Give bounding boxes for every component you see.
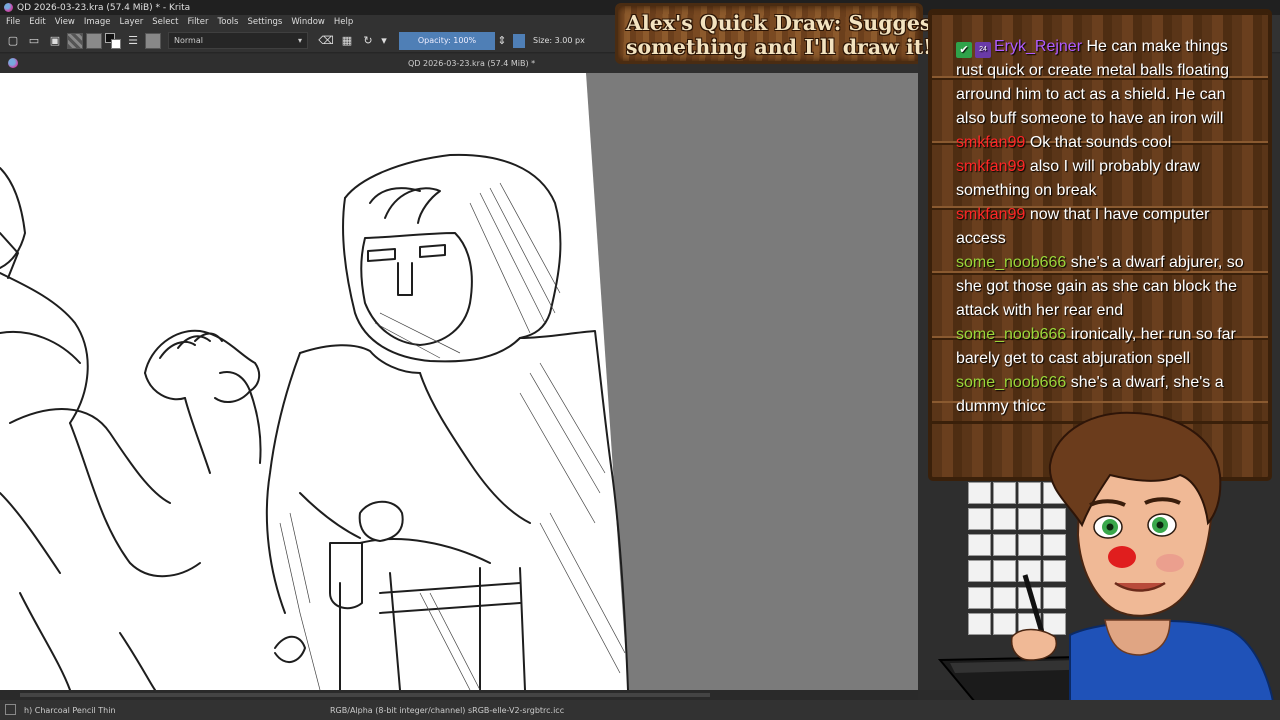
brush-settings-icon[interactable]: ☰ [124,32,142,50]
chat-message: some_noob666 she's a dwarf abjurer, so s… [956,251,1256,323]
chat-message-text: Ok that sounds cool [1029,134,1172,151]
scrollbar-thumb[interactable] [20,693,710,697]
krita-logo-icon [8,58,18,68]
stream-title-sign: Alex's Quick Draw: Suggest something and… [615,3,941,64]
save-icon[interactable]: ▣ [46,32,64,50]
menu-view[interactable]: View [55,17,75,27]
sign-text: Alex's Quick Draw: Suggest something and… [626,11,941,59]
gradient-swatch[interactable] [86,32,102,49]
chat-username: some_noob666 [956,374,1067,391]
chat-messages: ✔ 24 Eryk_Rejner He can make things rust… [956,35,1256,419]
menu-help[interactable]: Help [334,17,353,27]
sign-line-1: Alex's Quick Draw: Suggest [626,11,941,35]
menu-image[interactable]: Image [84,17,111,27]
cheek-blush [1156,554,1184,572]
sign-line-2: something and I'll draw it! [626,35,933,59]
chat-message: smkfan99 also I will probably draw somet… [956,155,1256,203]
chat-username: Eryk_Rejner [994,38,1083,55]
document-tab-title: QD 2026-03-23.kra (57.4 MiB) * [408,59,536,68]
status-bar: h) Charcoal Pencil Thin RGB/Alpha (8-bit… [0,700,1280,720]
krita-app-icon [4,3,13,12]
preserve-alpha-icon[interactable]: ▦ [338,32,356,50]
color-profile-label: RGB/Alpha (8-bit integer/channel) sRGB-e… [330,706,565,715]
hand-with-stylus [1010,574,1057,661]
eraser-icon[interactable]: ⌫ [317,32,335,50]
reload-preset-icon[interactable]: ↻ [359,32,377,50]
streamer-avatar [937,411,1277,720]
stepper-icon[interactable]: ⇕ [497,32,506,50]
chat-username: smkfan99 [956,158,1026,175]
chat-message: ✔ 24 Eryk_Rejner He can make things rust… [956,35,1256,131]
menu-edit[interactable]: Edit [29,17,45,27]
size-label: Size: 3.00 px [533,36,585,45]
chat-username: some_noob666 [956,326,1067,343]
months-badge-icon: 24 [975,42,991,58]
menu-settings[interactable]: Settings [247,17,282,27]
brush-preset-icon[interactable] [145,32,161,49]
menu-select[interactable]: Select [152,17,178,27]
opacity-slider[interactable]: Opacity: 100% [399,31,495,50]
foreground-background-color[interactable] [105,32,121,49]
new-document-icon[interactable]: ▢ [4,32,22,50]
menu-tools[interactable]: Tools [218,17,239,27]
menu-file[interactable]: File [6,17,20,27]
chat-message: some_noob666 ironically, her run so far … [956,323,1256,371]
size-slider[interactable]: Size: 3.00 px [509,32,585,50]
chat-username: some_noob666 [956,254,1067,271]
canvas-viewport[interactable] [0,73,918,690]
verified-badge-icon: ✔ [956,42,972,58]
window-title: QD 2026-03-23.kra (57.4 MiB) * - Krita [17,2,191,13]
chat-message: smkfan99 now that I have computer access [956,203,1256,251]
blend-mode-select[interactable]: Normal ▾ [168,32,308,49]
menu-window[interactable]: Window [291,17,325,27]
horizontal-scrollbar[interactable] [0,690,918,700]
chat-username: smkfan99 [956,134,1026,151]
user-badges: ✔ 24 [956,42,991,58]
chevron-down-icon[interactable]: ▾ [380,32,388,50]
menu-filter[interactable]: Filter [187,17,208,27]
pattern-swatch[interactable] [67,32,83,49]
chat-username: smkfan99 [956,206,1026,223]
blend-mode-value: Normal [174,36,203,45]
chevron-down-icon: ▾ [297,36,302,45]
brush-tool-icon [5,704,16,715]
red-nose [1108,546,1136,568]
canvas-paper [0,73,628,690]
current-brush-label: h) Charcoal Pencil Thin [24,706,116,715]
open-document-icon[interactable]: ▭ [25,32,43,50]
opacity-label: Opacity: 100% [417,36,477,45]
menu-layer[interactable]: Layer [120,17,144,27]
chat-message: smkfan99 Ok that sounds cool [956,131,1256,155]
sketch-canvas[interactable] [0,73,918,690]
